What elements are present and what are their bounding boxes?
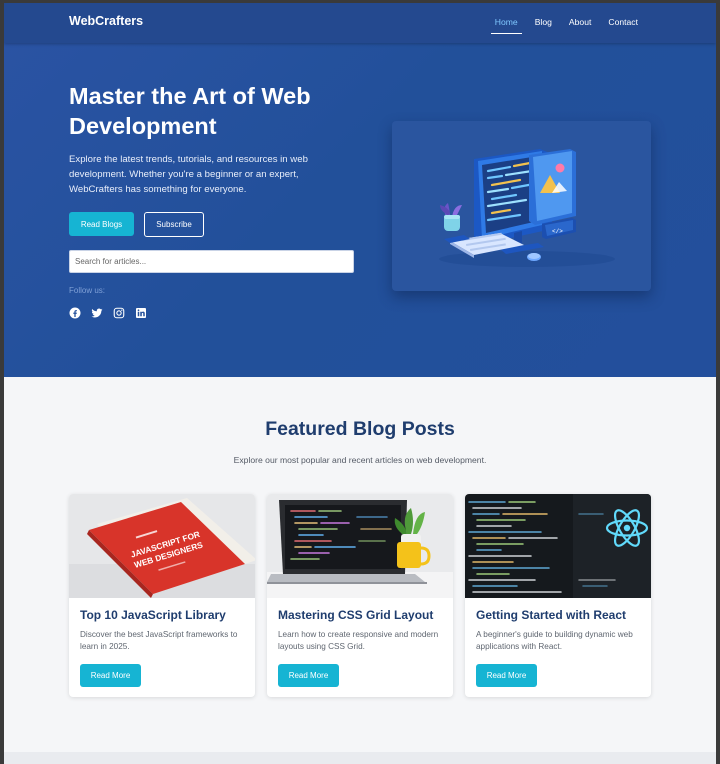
nav-link-blog[interactable]: Blog xyxy=(531,17,556,34)
javascript-book-image: JAVASCRIPT FOR WEB DESIGNERS xyxy=(69,494,255,598)
navbar: WebCrafters Home Blog About Contact xyxy=(4,3,716,43)
card-description: A beginner's guide to building dynamic w… xyxy=(476,630,633,651)
nav-link-contact[interactable]: Contact xyxy=(604,17,642,34)
subscribe-button[interactable]: Subscribe xyxy=(144,212,204,237)
linkedin-icon[interactable] xyxy=(135,307,147,319)
twitter-icon[interactable] xyxy=(91,307,103,319)
social-links xyxy=(69,307,147,319)
nav-link-about[interactable]: About xyxy=(565,17,595,34)
card-title: Top 10 JavaScript Library xyxy=(80,608,226,622)
search-input[interactable] xyxy=(69,250,354,273)
brand-logo[interactable]: WebCrafters xyxy=(69,14,143,28)
card-description: Learn how to create responsive and moder… xyxy=(278,630,439,651)
nav-links: Home Blog About Contact xyxy=(482,17,642,34)
nav-link-home[interactable]: Home xyxy=(490,17,522,34)
read-more-button[interactable]: Read More xyxy=(278,664,339,687)
blog-card: Mastering CSS Grid Layout Learn how to c… xyxy=(267,494,453,697)
computer-illustration: </> xyxy=(439,149,615,267)
hero-description: Explore the latest trends, tutorials, an… xyxy=(69,154,308,195)
blog-card: JAVASCRIPT FOR WEB DESIGNERS Top 10 Java… xyxy=(69,494,255,697)
follow-label: Follow us: xyxy=(69,286,106,295)
page: WebCrafters Home Blog About Contact Mast… xyxy=(4,3,716,764)
instagram-icon[interactable] xyxy=(113,307,125,319)
read-more-button[interactable]: Read More xyxy=(476,664,537,687)
featured-subtitle: Explore our most popular and recent arti… xyxy=(233,455,487,465)
read-blogs-button[interactable]: Read Blogs xyxy=(69,212,134,236)
footer-strip xyxy=(4,752,716,764)
blog-card: Getting Started with React A beginner's … xyxy=(465,494,651,697)
hero-section: Master the Art of Web Development Explor… xyxy=(4,43,716,377)
facebook-icon[interactable] xyxy=(69,307,81,319)
card-title: Getting Started with React xyxy=(476,608,627,622)
svg-text:</>: </> xyxy=(552,228,563,235)
read-more-button[interactable]: Read More xyxy=(80,664,141,687)
react-code-image xyxy=(465,494,651,598)
laptop-code-image xyxy=(267,494,453,598)
hero-title: Master the Art of Web Development xyxy=(69,83,311,139)
hero-illustration-card: </> xyxy=(392,121,651,291)
card-description: Discover the best JavaScript frameworks … xyxy=(80,630,238,651)
card-title: Mastering CSS Grid Layout xyxy=(278,608,434,622)
featured-title: Featured Blog Posts xyxy=(265,418,455,440)
